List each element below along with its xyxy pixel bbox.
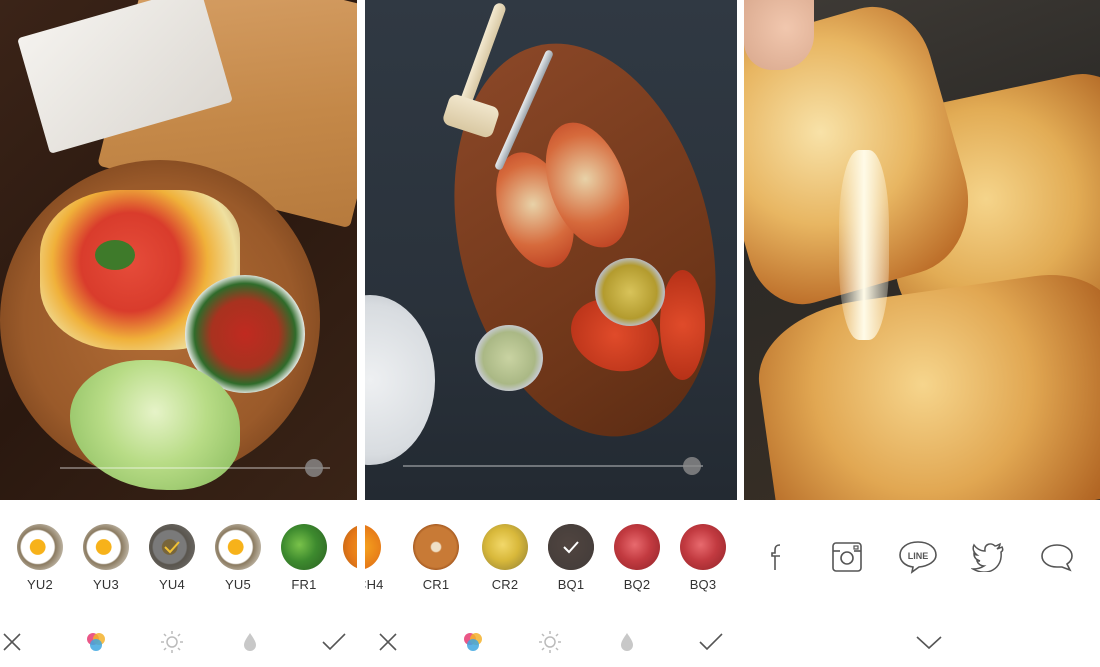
intensity-slider-knob[interactable] [683,457,701,475]
drop-icon[interactable] [607,622,647,662]
intensity-slider-track[interactable] [403,465,703,467]
color-palette-icon[interactable] [453,622,493,662]
filter-bq1[interactable]: BQ1 [544,524,598,592]
filter-cr1[interactable]: CR1 [409,524,463,592]
chevron-down-icon[interactable] [909,622,949,662]
filter-screen-breakfast: YU2 YU3 YU4 YU5 FR1 [0,0,357,667]
filter-label: CR1 [422,577,450,592]
filter-label: YU2 [27,577,53,592]
filter-yu3[interactable]: YU3 [79,524,133,592]
brightness-icon[interactable] [152,622,192,662]
filter-yu4[interactable]: YU4 [145,524,199,592]
filter-bq2[interactable]: BQ2 [610,524,664,592]
filter-strip: YU2 YU3 YU4 YU5 FR1 [0,524,357,594]
filter-thumbnail [281,524,327,570]
filter-thumbnail [614,524,660,570]
oil-dish [595,258,665,326]
butter-dish [475,325,543,391]
filter-thumbnail [215,524,261,570]
melted-cheese [839,150,889,340]
filter-thumbnail [83,524,129,570]
filter-fr1[interactable]: FR1 [277,524,331,592]
filter-thumbnail-selected [149,524,195,570]
filter-label: CH4 [365,577,384,592]
hand [744,0,814,70]
instagram-icon[interactable] [828,538,866,576]
breakfast-photo [0,0,357,500]
filter-cr2[interactable]: CR2 [478,524,532,592]
filter-label: FR1 [291,577,317,592]
intensity-slider-knob[interactable] [305,459,323,477]
line-icon[interactable]: LINE [897,538,939,576]
filter-label: YU4 [159,577,185,592]
lobster-photo [365,0,737,500]
filter-yu2[interactable]: YU2 [13,524,67,592]
share-toolbar [744,622,1100,662]
filter-label: YU5 [225,577,251,592]
lobster-claw [660,270,705,380]
filter-thumbnail [680,524,726,570]
filter-label: BQ3 [689,577,717,592]
filter-label: CR2 [491,577,519,592]
twitter-icon[interactable] [969,538,1007,576]
check-icon[interactable] [691,622,731,662]
check-icon [548,524,594,570]
facebook-icon[interactable] [758,538,796,576]
filter-partial[interactable] [343,524,357,570]
drop-icon[interactable] [230,622,270,662]
check-icon[interactable] [314,622,354,662]
chat-icon[interactable] [1038,538,1076,576]
side-plate [365,295,435,465]
edit-toolbar [0,622,357,662]
filter-label: BQ2 [623,577,651,592]
share-screen-toast: LINE [744,0,1100,667]
filter-yu5[interactable]: YU5 [211,524,265,592]
close-icon[interactable] [0,622,32,662]
filter-ch4[interactable]: CH4 [365,524,411,592]
herb-garnish [95,240,135,270]
close-icon[interactable] [368,622,408,662]
filter-bq3[interactable]: BQ3 [676,524,730,592]
brightness-icon[interactable] [530,622,570,662]
wooden-board [415,15,737,465]
filter-label: YU3 [93,577,119,592]
filter-thumbnail [365,524,381,570]
edit-toolbar [365,622,737,662]
filter-thumbnail [413,524,459,570]
filter-thumbnail [343,524,357,570]
cheese-toast-photo [744,0,1100,500]
filter-screen-lobster: CH4 CR1 CR2 BQ1 BQ2 BQ3 [365,0,737,667]
filter-thumbnail [482,524,528,570]
line-label: LINE [908,551,929,561]
filter-thumbnail-selected [548,524,594,570]
filter-label: BQ1 [557,577,585,592]
intensity-slider-track[interactable] [60,467,330,469]
check-icon [149,524,195,570]
filter-thumbnail [17,524,63,570]
lettuce [70,360,240,490]
color-palette-icon[interactable] [76,622,116,662]
filter-strip: CH4 CR1 CR2 BQ1 BQ2 BQ3 [365,524,737,594]
